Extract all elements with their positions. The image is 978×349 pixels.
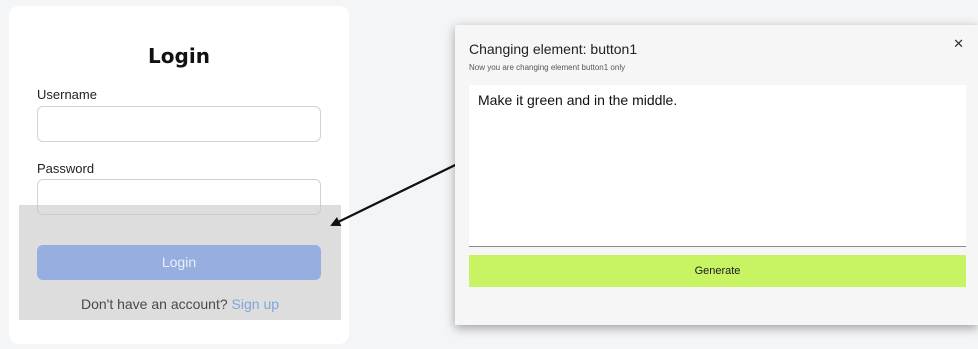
login-title: Login	[148, 44, 210, 68]
signup-prompt-text: Don't have an account?	[80, 296, 228, 312]
dialog-title: Changing element: button1	[469, 41, 638, 57]
edit-element-dialog: Changing element: button1 Now you are ch…	[455, 25, 978, 325]
dialog-subtitle: Now you are changing element button1 onl…	[469, 63, 626, 72]
close-icon[interactable]: ✕	[953, 36, 964, 52]
prompt-textarea[interactable]: Make it green and in the middle.	[469, 85, 966, 247]
password-label: Password	[37, 161, 95, 176]
login-button[interactable]: Login	[37, 245, 321, 280]
signup-prompt: Don't have an account? Sign up	[19, 296, 341, 312]
username-label: Username	[37, 87, 97, 102]
generate-button[interactable]: Generate	[469, 255, 966, 287]
signup-link[interactable]: Sign up	[232, 296, 279, 312]
username-input[interactable]	[37, 106, 321, 142]
